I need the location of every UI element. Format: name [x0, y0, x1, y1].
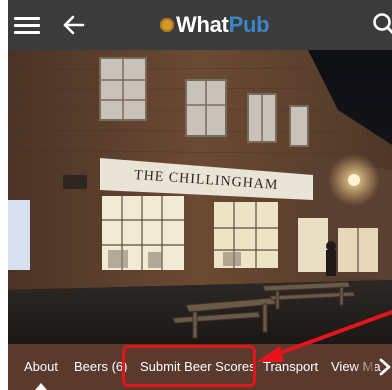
back-arrow-icon[interactable]: [60, 11, 88, 39]
app-frame: What Pub THE CHILLINGHAM About Beers (6)…: [8, 0, 392, 390]
tab-bar: About Beers (6) Submit Beer Scores Trans…: [8, 344, 392, 390]
pub-photo: THE CHILLINGHAM: [8, 50, 392, 344]
whatpub-logo: What Pub: [160, 12, 270, 38]
tab-transport[interactable]: Transport: [263, 359, 318, 374]
search-icon[interactable]: [372, 12, 392, 38]
tab-overflow-fade: [353, 344, 375, 390]
app-bar: What Pub: [8, 0, 392, 50]
logo-text-pub: Pub: [228, 12, 270, 37]
tab-submit-beer-scores[interactable]: Submit Beer Scores: [140, 359, 256, 374]
tab-about[interactable]: About: [24, 359, 58, 390]
logo-badge-icon: [160, 18, 174, 32]
logo-text-what: What: [176, 12, 229, 37]
menu-icon[interactable]: [14, 12, 40, 38]
tab-beers[interactable]: Beers (6): [74, 359, 127, 374]
chevron-right-icon[interactable]: [378, 358, 392, 376]
